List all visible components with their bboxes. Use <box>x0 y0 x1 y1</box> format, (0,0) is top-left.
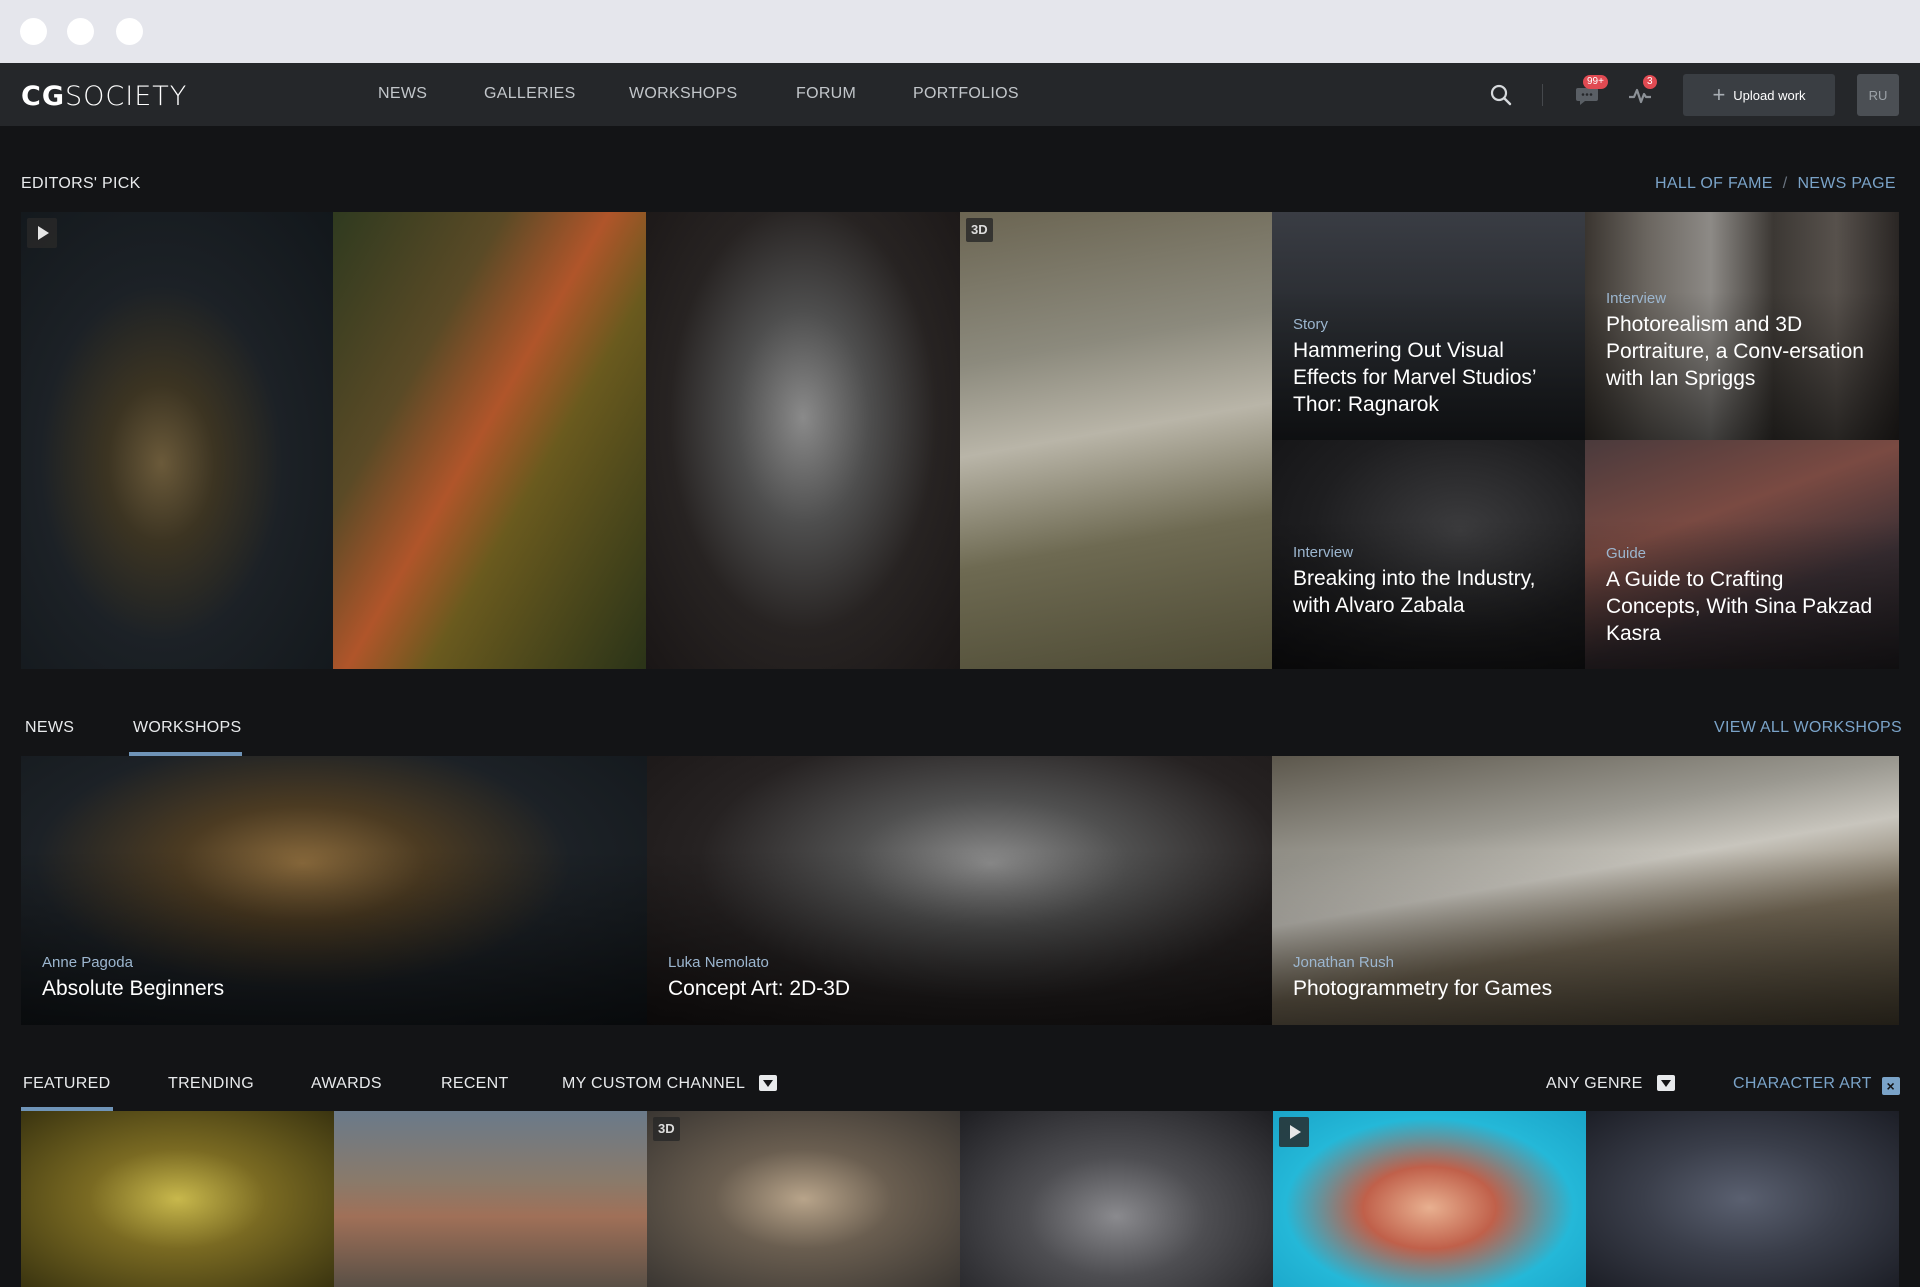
gallery-thumb-6[interactable] <box>1586 1111 1899 1287</box>
workshop-title: Photogrammetry for Games <box>1293 977 1553 1000</box>
news-page-link[interactable]: NEWS PAGE <box>1797 175 1895 192</box>
editors-pick-image-cheetah[interactable] <box>21 212 333 669</box>
gallery-thumb-4[interactable] <box>960 1111 1273 1287</box>
nav-galleries[interactable]: GALLERIES <box>484 85 576 103</box>
nav-portfolios[interactable]: PORTFOLIOS <box>913 85 1019 103</box>
tab-awards[interactable]: AWARDS <box>311 1075 382 1093</box>
tab-my-custom-channel[interactable]: MY CUSTOM CHANNEL <box>562 1075 778 1093</box>
tab-news[interactable]: NEWS <box>25 719 74 737</box>
video-play-icon <box>1279 1117 1309 1147</box>
article-headline: A Guide to Crafting Concepts, With Sina … <box>1606 568 1873 645</box>
nav-forum[interactable]: FORUM <box>796 85 856 103</box>
article-tile-thor[interactable]: Story Hammering Out Visual Effects for M… <box>1272 212 1585 440</box>
top-navigation: CGSOCIETY NEWS GALLERIES WORKSHOPS FORUM… <box>0 63 1920 126</box>
editors-pick-image-warrior[interactable] <box>333 212 646 669</box>
plus-icon: + <box>1712 82 1726 107</box>
tab-featured[interactable]: FEATURED <box>23 1075 110 1093</box>
3d-badge: 3D <box>966 218 993 242</box>
article-tile-concepts[interactable]: Guide A Guide to Crafting Concepts, With… <box>1585 440 1899 669</box>
search-icon[interactable] <box>1488 82 1514 108</box>
3d-badge: 3D <box>653 1117 680 1141</box>
tab-workshops[interactable]: WORKSHOPS <box>133 719 242 737</box>
gallery-thumb-2[interactable] <box>334 1111 647 1287</box>
messages-badge: 99+ <box>1583 75 1608 89</box>
view-all-workshops-link[interactable]: VIEW ALL WORKSHOPS <box>1714 719 1902 737</box>
site-logo[interactable]: CGSOCIETY <box>21 81 187 112</box>
article-tile-alvaro[interactable]: Interview Breaking into the Industry, wi… <box>1272 440 1585 669</box>
editors-pick-links: HALL OF FAME / NEWS PAGE <box>1655 175 1896 192</box>
editors-pick-title: EDITORS' PICK <box>21 175 141 192</box>
nav-news[interactable]: NEWS <box>378 85 427 103</box>
chevron-down-icon <box>1656 1075 1675 1091</box>
window-titlebar <box>0 0 1920 63</box>
workshop-card-concept-art[interactable]: Luka Nemolato Concept Art: 2D-3D <box>647 756 1272 1025</box>
nav-divider <box>1542 84 1543 106</box>
article-headline: Photorealism and 3D Portraiture, a Conv-… <box>1606 313 1864 390</box>
chevron-down-icon <box>759 1075 778 1091</box>
article-headline: Breaking into the Industry, with Alvaro … <box>1293 567 1536 617</box>
article-kicker: Guide <box>1606 545 1647 562</box>
activity-badge: 3 <box>1643 75 1657 89</box>
article-tile-portraiture[interactable]: Interview Photorealism and 3D Portraitur… <box>1585 212 1899 440</box>
workshop-author: Anne Pagoda <box>42 954 133 971</box>
gallery-thumb-1[interactable] <box>21 1111 334 1287</box>
gallery-thumb-3[interactable]: 3D <box>647 1111 960 1287</box>
tab-trending[interactable]: TRENDING <box>168 1075 254 1093</box>
hall-of-fame-link[interactable]: HALL OF FAME <box>1655 175 1773 192</box>
tab-recent[interactable]: RECENT <box>441 1075 509 1093</box>
editors-pick-image-sculpt[interactable] <box>646 212 960 669</box>
video-play-icon <box>27 218 57 248</box>
article-kicker: Interview <box>1606 290 1667 307</box>
workshop-card-absolute-beginners[interactable]: Anne Pagoda Absolute Beginners <box>21 756 647 1025</box>
user-avatar[interactable]: RU <box>1857 74 1899 116</box>
upload-work-button[interactable]: + Upload work <box>1683 74 1835 116</box>
article-kicker: Interview <box>1293 544 1354 561</box>
genre-filter-dropdown[interactable]: ANY GENRE <box>1546 1075 1675 1093</box>
nav-workshops[interactable]: WORKSHOPS <box>629 85 738 103</box>
workshop-title: Absolute Beginners <box>42 977 225 1000</box>
workshop-card-photogrammetry[interactable]: Jonathan Rush Photogrammetry for Games <box>1272 756 1899 1025</box>
article-headline: Hammering Out Visual Effects for Marvel … <box>1293 339 1536 416</box>
article-kicker: Story <box>1293 316 1329 333</box>
window-maximize-button[interactable] <box>116 18 143 45</box>
workshop-author: Luka Nemolato <box>668 954 769 971</box>
active-filter-chip[interactable]: CHARACTER ART × <box>1733 1075 1900 1095</box>
window-minimize-button[interactable] <box>67 18 94 45</box>
editors-pick-image-rider[interactable]: 3D <box>960 212 1272 669</box>
workshop-title: Concept Art: 2D-3D <box>668 977 851 1000</box>
close-icon[interactable]: × <box>1881 1077 1900 1095</box>
gallery-thumb-5[interactable] <box>1273 1111 1586 1287</box>
workshop-author: Jonathan Rush <box>1293 954 1394 971</box>
window-close-button[interactable] <box>20 18 47 45</box>
